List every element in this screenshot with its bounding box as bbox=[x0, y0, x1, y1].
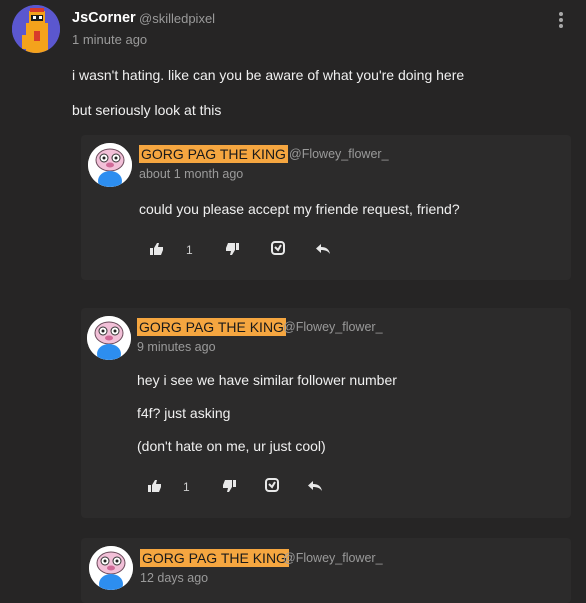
reply-timestamp: 12 days ago bbox=[140, 571, 209, 585]
reply-avatar[interactable] bbox=[87, 316, 131, 360]
reply-card: GORG PAG THE KING @Flowey_flower_ 9 minu… bbox=[81, 308, 571, 518]
reply-arrow-icon[interactable] bbox=[315, 241, 331, 257]
post-text-line: but seriously look at this bbox=[72, 102, 222, 118]
like-count: 1 bbox=[186, 243, 193, 257]
thumbs-down-icon[interactable] bbox=[221, 478, 237, 494]
reply-author-name[interactable]: GORG PAG THE KING bbox=[139, 145, 288, 163]
reply-text-line: could you please accept my friende reque… bbox=[139, 201, 460, 217]
reply-avatar[interactable] bbox=[88, 143, 132, 187]
reply-text-line: (don't hate on me, ur just cool) bbox=[137, 438, 326, 454]
more-options-icon[interactable] bbox=[554, 10, 568, 32]
reply-avatar[interactable] bbox=[89, 546, 133, 590]
remix-icon[interactable] bbox=[270, 240, 286, 256]
reply-author-handle[interactable]: @Flowey_flower_ bbox=[289, 147, 389, 161]
reply-card: GORG PAG THE KING @Flowey_flower_ about … bbox=[81, 135, 571, 280]
reply-timestamp: 9 minutes ago bbox=[137, 340, 216, 354]
author-handle[interactable]: @skilledpixel bbox=[139, 11, 215, 26]
like-count: 1 bbox=[183, 480, 190, 494]
reply-author-name[interactable]: GORG PAG THE KING bbox=[137, 318, 286, 336]
reply-author-handle[interactable]: @Flowey_flower_ bbox=[283, 320, 383, 334]
reply-text-line: f4f? just asking bbox=[137, 405, 231, 421]
thumbs-up-icon[interactable] bbox=[149, 241, 165, 257]
reply-author-handle[interactable]: @Flowey_flower_ bbox=[283, 551, 383, 565]
post-timestamp: 1 minute ago bbox=[72, 32, 148, 47]
reply-timestamp: about 1 month ago bbox=[139, 167, 244, 181]
author-avatar[interactable] bbox=[12, 5, 60, 53]
reply-card: GORG PAG THE KING @Flowey_flower_ 12 day… bbox=[81, 538, 571, 603]
remix-icon[interactable] bbox=[264, 477, 280, 493]
reply-text-line: hey i see we have similar follower numbe… bbox=[137, 372, 397, 388]
post-text-line: i wasn't hating. like can you be aware o… bbox=[72, 67, 465, 83]
reply-author-name[interactable]: GORG PAG THE KING bbox=[140, 549, 289, 567]
thumbs-up-icon[interactable] bbox=[147, 478, 163, 494]
reply-arrow-icon[interactable] bbox=[307, 478, 323, 494]
thumbs-down-icon[interactable] bbox=[224, 241, 240, 257]
comment-thread: JsCorner @skilledpixel 1 minute ago i wa… bbox=[0, 0, 586, 603]
author-name[interactable]: JsCorner bbox=[72, 10, 136, 26]
